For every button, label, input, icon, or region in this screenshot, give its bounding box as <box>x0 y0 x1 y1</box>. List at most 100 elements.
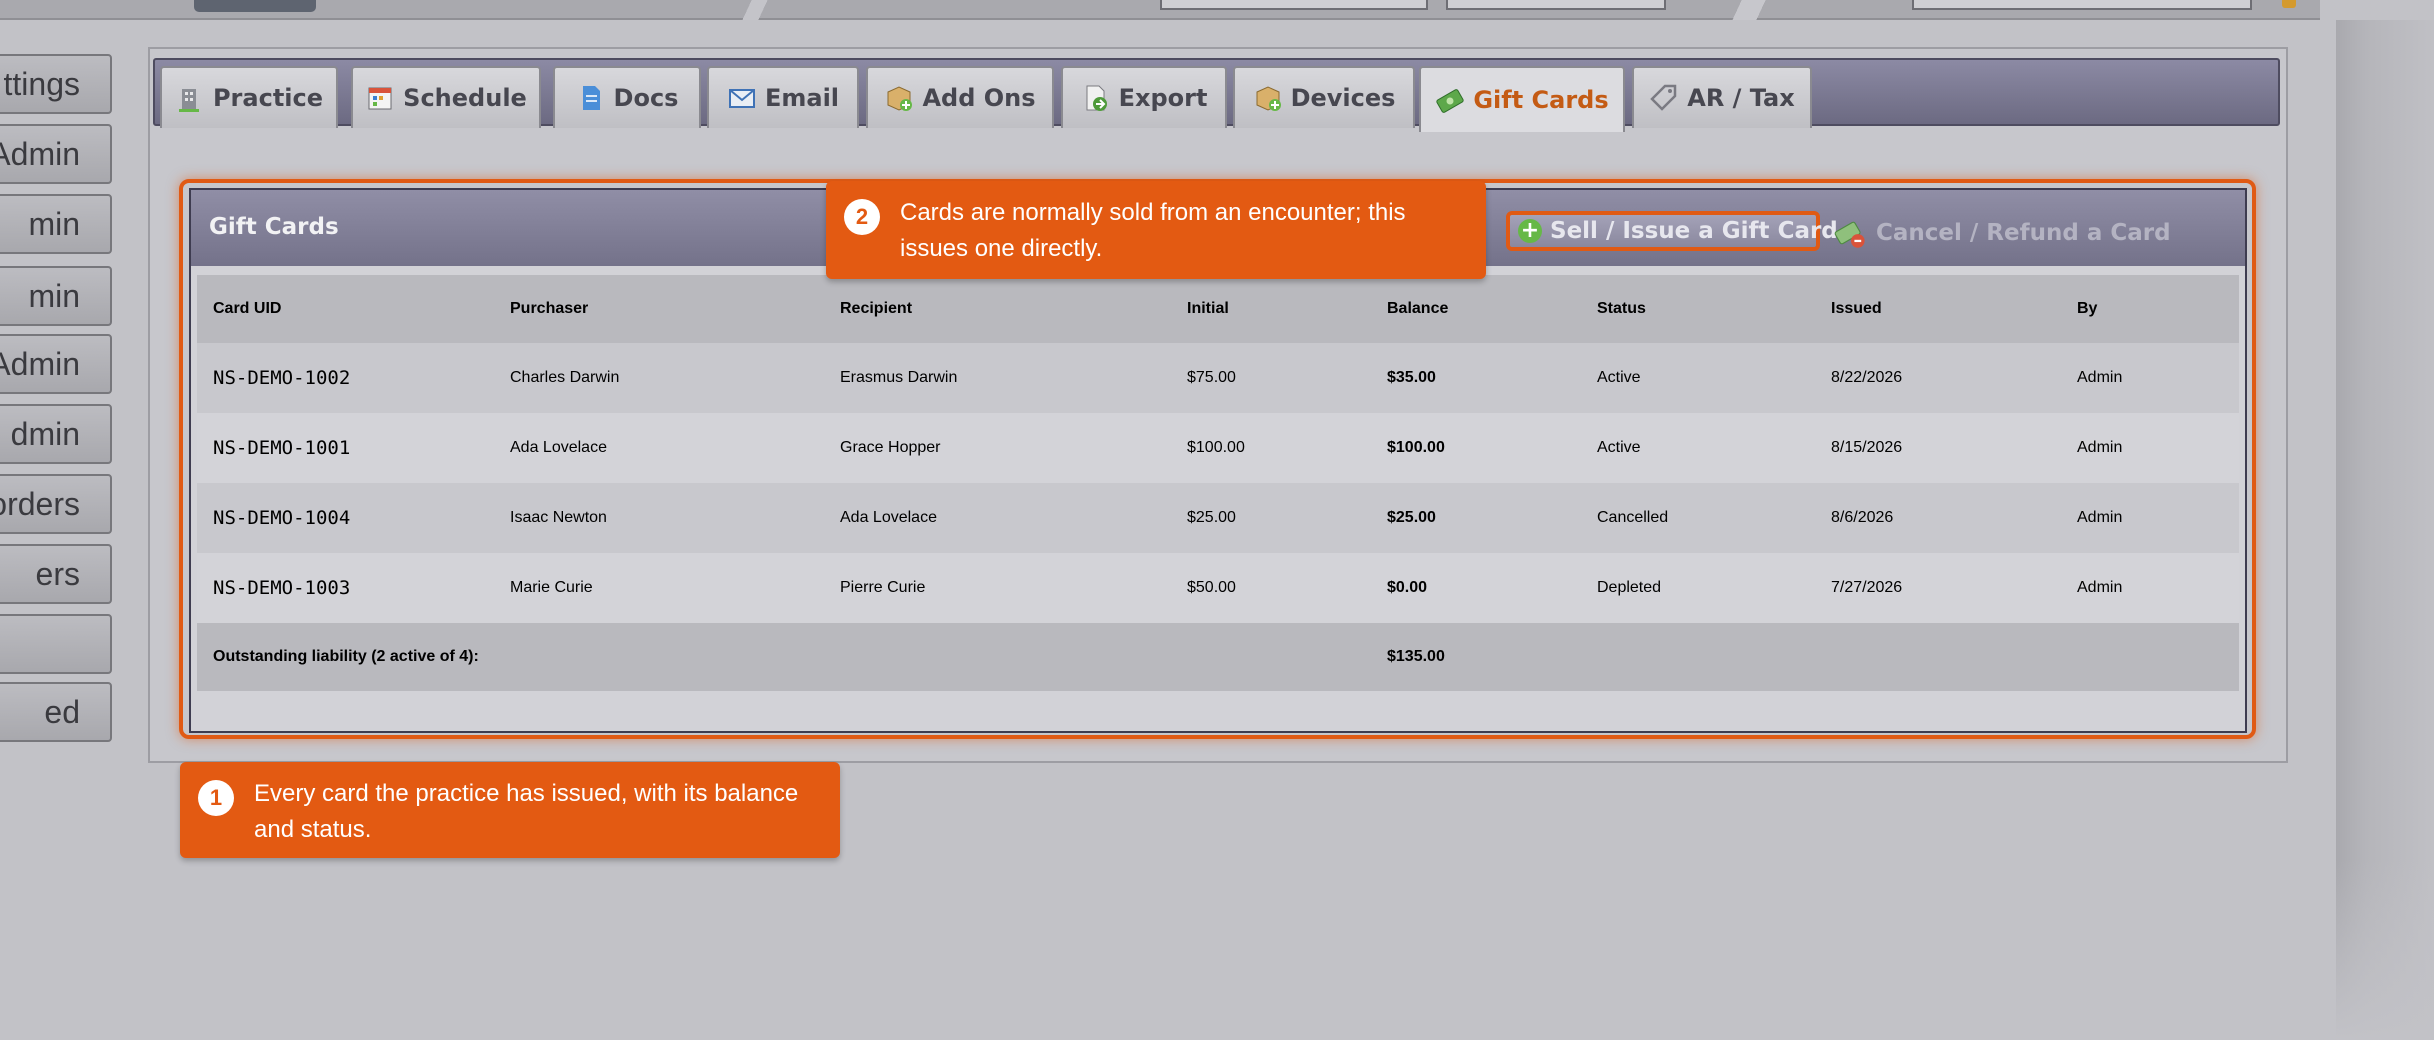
column-header[interactable]: Recipient <box>840 275 912 343</box>
callout-1: 1 Every card the practice has issued, wi… <box>180 762 840 858</box>
toolbar-decoration <box>1700 0 1810 20</box>
sidebar-item-users[interactable]: ers <box>0 544 112 604</box>
sidebar-item-admin[interactable]: Admin <box>0 124 112 184</box>
sidebar-item-orders[interactable]: orders <box>0 474 112 534</box>
initial-amount: $75.00 <box>1187 369 1236 386</box>
card-uid: NS-DEMO-1001 <box>213 437 351 459</box>
callout-text: Cards are normally sold from an encounte… <box>900 199 1406 262</box>
refund-money-icon <box>1834 221 1865 248</box>
sidebar-item-label: min <box>28 277 80 314</box>
column-header[interactable]: Purchaser <box>510 275 588 343</box>
status: Depleted <box>1597 579 1662 596</box>
recipient: Erasmus Darwin <box>840 369 958 386</box>
sidebar-item-label: min <box>28 205 80 242</box>
column-header[interactable]: By <box>2077 275 2097 343</box>
issued-date: 8/15/2026 <box>1831 439 1903 456</box>
plus-circle-icon: + <box>1518 219 1542 243</box>
tab-label: Schedule <box>403 84 527 112</box>
top-search-field[interactable] <box>1912 0 2252 10</box>
tab-practice[interactable]: Practice <box>160 66 338 128</box>
package-plus-icon <box>1256 86 1281 111</box>
initial-amount: $50.00 <box>1187 579 1236 596</box>
tab-label: Add Ons <box>922 84 1036 112</box>
sidebar-item-label: dmin <box>10 415 80 452</box>
sidebar-item-label: Admin <box>0 345 80 382</box>
recipient: Grace Hopper <box>840 439 941 456</box>
issued-date: 8/22/2026 <box>1831 369 1903 386</box>
column-header[interactable]: Status <box>1597 275 1646 343</box>
purchaser: Isaac Newton <box>510 509 607 526</box>
tab-email[interactable]: Email <box>707 66 859 128</box>
balance: $25.00 <box>1387 509 1436 526</box>
issued-date: 8/6/2026 <box>1831 509 1894 526</box>
sidebar-item-blank[interactable] <box>0 614 112 674</box>
tab-schedule[interactable]: Schedule <box>351 66 541 128</box>
column-header[interactable]: Initial <box>1187 275 1229 343</box>
callout-number: 2 <box>844 199 880 235</box>
recipient: Pierre Curie <box>840 579 926 596</box>
sidebar-item-label: ers <box>35 555 80 592</box>
cancel-refund-card-button[interactable]: Cancel / Refund a Card <box>1834 213 2171 253</box>
column-header[interactable]: Issued <box>1831 275 1882 343</box>
top-input-field[interactable] <box>1160 0 1428 10</box>
tab-label: Devices <box>1290 84 1396 112</box>
column-header[interactable]: Balance <box>1387 275 1448 343</box>
sidebar-item-label: Admin <box>0 135 80 172</box>
tab-export[interactable]: Export <box>1061 66 1227 128</box>
toolbar-icon[interactable] <box>2282 0 2296 8</box>
sidebar-item-admin[interactable]: min <box>0 194 112 254</box>
table-row[interactable]: NS-DEMO-1002 Charles Darwin Erasmus Darw… <box>197 343 2239 413</box>
initial-amount: $25.00 <box>1187 509 1236 526</box>
issued-by: Admin <box>2077 509 2123 526</box>
table-row[interactable]: NS-DEMO-1003 Marie Curie Pierre Curie $5… <box>197 553 2239 623</box>
initial-amount: $100.00 <box>1187 439 1245 456</box>
sidebar-item-label: ed <box>44 693 80 730</box>
sidebar-item-label: ttings <box>3 65 80 102</box>
table-row[interactable]: NS-DEMO-1004 Isaac Newton Ada Lovelace $… <box>197 483 2239 553</box>
tab-add-ons[interactable]: Add Ons <box>866 66 1054 128</box>
recipient: Ada Lovelace <box>840 509 937 526</box>
tab-label: Email <box>764 84 840 112</box>
tab-ar-tax[interactable]: AR / Tax <box>1632 66 1812 128</box>
top-button[interactable] <box>194 0 316 12</box>
top-select-field[interactable] <box>1446 0 1666 10</box>
tab-docs[interactable]: Docs <box>553 66 701 128</box>
balance: $35.00 <box>1387 369 1436 386</box>
building-icon <box>178 89 199 112</box>
sidebar-item-admin[interactable]: dmin <box>0 404 112 464</box>
liability-total: $135.00 <box>1387 648 1445 665</box>
tab-devices[interactable]: Devices <box>1233 66 1415 128</box>
tag-icon <box>1650 84 1677 111</box>
issued-by: Admin <box>2077 579 2123 596</box>
envelope-icon <box>728 89 755 108</box>
issued-by: Admin <box>2077 439 2123 456</box>
sidebar-item-admin[interactable]: min <box>0 266 112 326</box>
sidebar-item-settings[interactable]: ttings <box>0 54 112 114</box>
tab-label: AR / Tax <box>1687 84 1795 112</box>
tab-label: Export <box>1118 84 1208 112</box>
sell-gift-card-button[interactable]: + Sell / Issue a Gift Card <box>1506 211 1838 251</box>
balance: $100.00 <box>1387 439 1445 456</box>
table-footer: Outstanding liability (2 active of 4): $… <box>197 623 2239 691</box>
issued-date: 7/27/2026 <box>1831 579 1903 596</box>
liability-label: Outstanding liability (2 active of 4): <box>213 648 479 665</box>
callout-text: Every card the practice has issued, with… <box>254 780 799 843</box>
sidebar-item-admin[interactable]: Admin <box>0 334 112 394</box>
tab-label: Docs <box>613 84 679 112</box>
right-edge-panel <box>2336 20 2434 1040</box>
status: Active <box>1597 369 1641 386</box>
money-icon <box>1436 89 1465 113</box>
export-icon <box>1086 85 1107 111</box>
button-label: Cancel / Refund a Card <box>1876 220 2171 246</box>
document-icon <box>582 86 600 110</box>
status: Cancelled <box>1597 509 1669 526</box>
sidebar-item-advanced[interactable]: ed <box>0 682 112 742</box>
callout-number: 1 <box>198 780 234 816</box>
issued-by: Admin <box>2077 369 2123 386</box>
card-uid: NS-DEMO-1003 <box>213 577 351 599</box>
status: Active <box>1597 439 1641 456</box>
tab-gift-cards[interactable]: Gift Cards <box>1419 66 1625 132</box>
column-header[interactable]: Card UID <box>213 275 281 343</box>
table-row[interactable]: NS-DEMO-1001 Ada Lovelace Grace Hopper $… <box>197 413 2239 483</box>
toolbar-decoration <box>720 0 790 20</box>
